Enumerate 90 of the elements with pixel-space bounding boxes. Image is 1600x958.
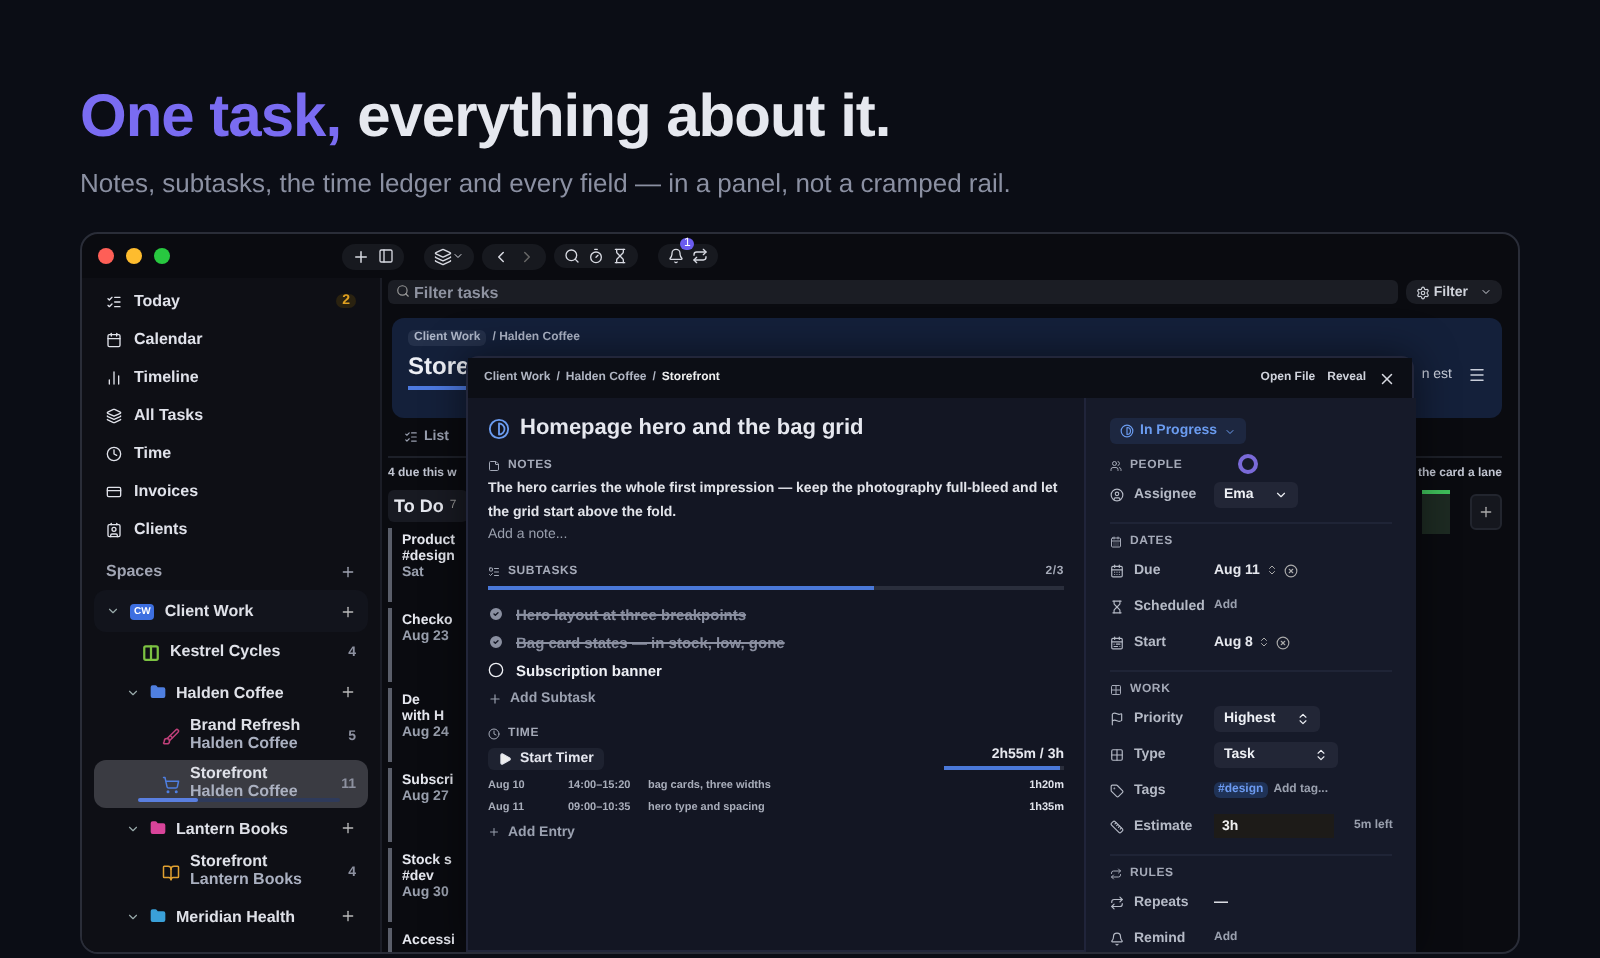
section-heading: Spaces	[106, 562, 163, 580]
tag-icon	[1110, 783, 1124, 797]
repeat-icon	[1110, 895, 1124, 909]
search-icon[interactable]	[564, 248, 580, 264]
subheadline: Notes, subtasks, the time ledger and every field — in a panel, not a cramped rail.	[80, 168, 1013, 198]
flag-icon	[1110, 711, 1124, 725]
add-lane-button[interactable]	[1470, 494, 1502, 530]
gear-icon	[1415, 285, 1430, 299]
filter-field[interactable]: Filter tasks	[388, 280, 1398, 304]
folder-item[interactable]: Meridian Health	[94, 896, 368, 936]
plus-icon	[488, 691, 502, 705]
nav-item[interactable]: Time	[94, 434, 368, 472]
project-client: Halden Coffee	[190, 736, 300, 754]
headline: everything about it.	[357, 84, 891, 152]
list-icon	[404, 430, 418, 444]
project-name: Kestrel Cycles	[170, 643, 281, 661]
calendar-icon	[1110, 563, 1124, 577]
sync-icon[interactable]	[692, 248, 708, 264]
zoom-light[interactable]	[154, 248, 170, 264]
space-name: Halden Coffee	[176, 683, 284, 701]
minimize-light[interactable]	[126, 248, 142, 264]
checklist-icon	[488, 566, 500, 578]
clock-icon	[106, 445, 122, 461]
chevron-icon	[1223, 425, 1236, 437]
add-icon	[340, 908, 356, 924]
close-light[interactable]	[98, 248, 114, 264]
plus-icon	[1478, 504, 1494, 520]
card-icon	[106, 483, 122, 499]
back-icon[interactable]	[492, 247, 510, 265]
close-icon[interactable]	[1378, 369, 1396, 387]
note-icon	[488, 460, 500, 472]
calendar-icon	[1110, 635, 1124, 649]
folder-item[interactable]: Halden Coffee	[94, 672, 368, 712]
play-icon	[498, 752, 512, 766]
half-circle-icon	[488, 417, 510, 439]
project-client: Lantern Books	[190, 872, 303, 890]
list-icon	[106, 293, 122, 309]
layers-icon	[106, 407, 122, 423]
space-name: Client Work	[164, 602, 254, 620]
people-icon	[1110, 460, 1122, 472]
repeat-icon	[1110, 868, 1122, 880]
grid-icon	[1110, 684, 1122, 696]
add-icon	[340, 820, 356, 836]
person-icon	[1110, 487, 1124, 501]
ruler-icon	[1110, 819, 1124, 833]
space-name: Lantern Books	[176, 819, 289, 837]
nav-item[interactable]: Clients	[94, 510, 368, 548]
calendar-icon	[106, 331, 122, 347]
project-name: Brand Refresh	[190, 718, 301, 736]
contact-icon	[106, 521, 122, 537]
nav-item[interactable]: Calendar	[94, 320, 368, 358]
grid-icon	[1110, 747, 1124, 761]
chevron-icon	[1273, 487, 1288, 501]
lane-header	[1422, 490, 1450, 534]
plus-icon	[488, 826, 500, 838]
bell-icon	[1110, 931, 1124, 945]
nav-item[interactable]: Invoices	[94, 472, 368, 510]
stepper-icon	[1295, 711, 1310, 725]
add-icon	[340, 684, 356, 700]
half-circle-icon	[1120, 424, 1134, 438]
layers-icon[interactable]	[434, 247, 464, 265]
chevron-icon	[1480, 286, 1492, 298]
column-title: To Do	[394, 496, 444, 516]
add-icon	[340, 603, 356, 619]
headline-accent: One task,	[80, 84, 342, 152]
calendar-icon	[1110, 536, 1122, 548]
folder-item[interactable]: Lantern Books	[94, 808, 368, 848]
nav-item[interactable]: Timeline	[94, 358, 368, 396]
stepper-icon	[1314, 747, 1329, 761]
bell-icon[interactable]	[668, 248, 684, 264]
hourglass-icon	[1110, 599, 1124, 613]
task-title: Homepage hero and the bag grid	[520, 416, 864, 440]
menu-icon	[1468, 366, 1486, 384]
clear-icon	[1283, 563, 1298, 577]
clock-icon	[488, 728, 500, 740]
ring-icon	[1238, 454, 1258, 474]
project-name: Storefront	[190, 766, 270, 784]
hourglass-icon[interactable]	[612, 248, 628, 264]
space-name: Meridian Health	[176, 907, 296, 925]
bar-chart-icon	[106, 369, 122, 385]
add-icon	[340, 563, 356, 579]
add-button[interactable]	[352, 247, 370, 265]
clear-icon	[1276, 635, 1291, 649]
sidebar-toggle-icon[interactable]	[378, 248, 394, 264]
project-name: Storefront	[190, 854, 270, 872]
nav-item[interactable]: All Tasks	[94, 396, 368, 434]
search-icon	[396, 284, 410, 298]
forward-icon[interactable]	[518, 247, 536, 265]
project-client: Halden Coffee	[190, 784, 298, 802]
timer-icon[interactable]	[588, 248, 604, 264]
